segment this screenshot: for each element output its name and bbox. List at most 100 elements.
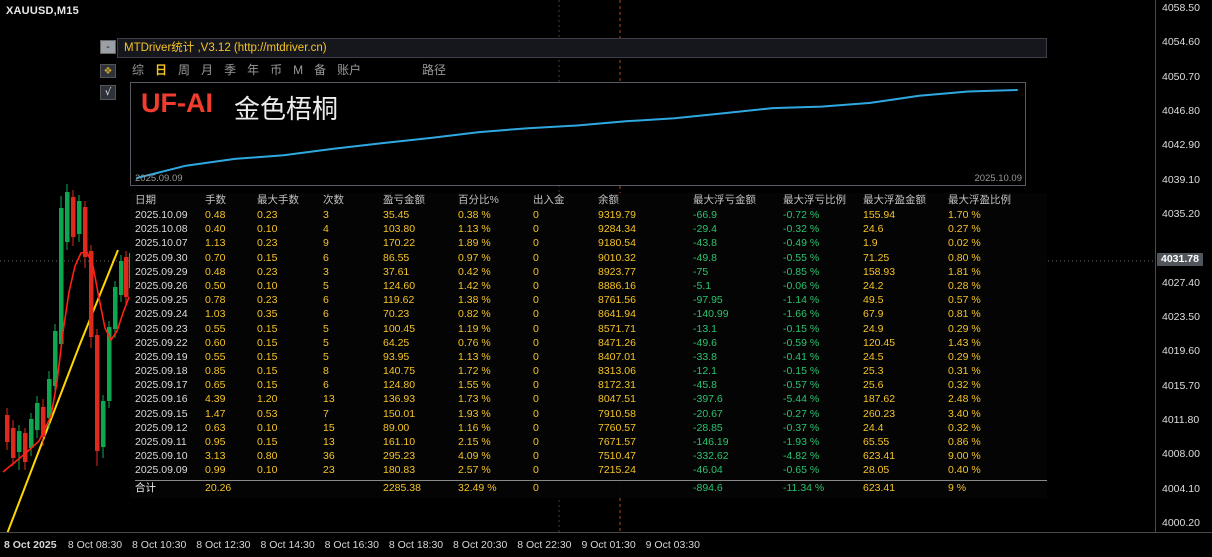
- tab-周[interactable]: 周: [178, 62, 190, 78]
- equity-chart: UF-AI 金色梧桐 2025.09.09 2025.10.09: [130, 82, 1026, 186]
- panel-titlebar[interactable]: MTDriver统计 ,V3.12 (http://mtdriver.cn): [117, 38, 1047, 58]
- confirm-check-button[interactable]: √: [100, 85, 116, 100]
- candle-body: [35, 403, 40, 430]
- table-cell: 24.4: [863, 421, 884, 434]
- table-cell: -43.8: [693, 237, 717, 250]
- table-cell: 65.55: [863, 436, 890, 448]
- price-tick-label: 4000.20: [1162, 516, 1200, 529]
- table-cell: 0.50: [205, 279, 226, 292]
- table-row: 2025.10.08 0.40 0.10 4 103.80 1.13 % 0 9284.34 -…: [135, 222, 1047, 236]
- table-cell: -0.41 %: [783, 350, 820, 363]
- table-cell: 8313.06: [598, 365, 636, 378]
- move-panel-icon-button[interactable]: ❖: [100, 64, 116, 78]
- table-cell: 1.89 %: [458, 237, 491, 250]
- table-cell: 6: [323, 251, 329, 264]
- table-cell: 24.5: [863, 350, 884, 363]
- table-cell: 合计: [135, 481, 156, 494]
- table-cell: 5: [323, 279, 329, 292]
- table-cell: 6: [323, 308, 329, 321]
- tab-日[interactable]: 日: [155, 62, 167, 78]
- table-cell: 0.02 %: [948, 237, 981, 250]
- table-cell: 1.70 %: [948, 209, 981, 221]
- price-tick-label: 4027.40: [1162, 276, 1200, 289]
- table-cell: 8172.31: [598, 379, 636, 392]
- tab-M[interactable]: M: [293, 62, 303, 78]
- table-cell: 36: [323, 450, 335, 463]
- table-cell: 4.09 %: [458, 450, 491, 463]
- path-button[interactable]: 路径: [422, 62, 446, 78]
- table-cell: 1.81 %: [948, 265, 981, 278]
- price-tick-label: 4015.70: [1162, 379, 1200, 392]
- table-cell: 23: [323, 464, 335, 477]
- table-cell: -0.27 %: [783, 407, 820, 420]
- time-axis[interactable]: 8 Oct 2025 8 Oct 08:30 8 Oct 10:30 8 Oct 12…: [0, 533, 1212, 557]
- table-cell: 8641.94: [598, 308, 636, 321]
- table-cell: 8886.16: [598, 279, 636, 292]
- tab-备[interactable]: 备: [314, 62, 326, 78]
- table-cell: -0.65 %: [783, 464, 820, 477]
- stats-panel: - ❖ √ MTDriver统计 ,V3.12 (http://mtdriver…: [100, 38, 1047, 499]
- table-cell: 13: [323, 436, 335, 448]
- table-cell: 25.6: [863, 379, 884, 392]
- table-cell: 8047.51: [598, 393, 636, 406]
- minimize-button[interactable]: -: [100, 40, 116, 54]
- tab-年[interactable]: 年: [247, 62, 259, 78]
- table-cell: -0.85 %: [783, 265, 820, 278]
- table-cell: 9319.79: [598, 209, 636, 221]
- price-tick-label: 4023.50: [1162, 310, 1200, 323]
- table-cell: 0.29 %: [948, 350, 981, 363]
- table-cell: 49.5: [863, 294, 884, 307]
- table-cell: 24.9: [863, 322, 884, 335]
- table-cell: 5: [323, 350, 329, 363]
- trading-terminal-window: XAUUSD,M15 4058.50 4054.60 4050.70 4046.80 4…: [0, 0, 1212, 557]
- table-cell: 8571.71: [598, 322, 636, 335]
- table-cell: 0: [533, 209, 539, 221]
- table-cell: -0.59 %: [783, 336, 820, 349]
- price-tick-label: 4008.00: [1162, 448, 1200, 461]
- table-cell: -45.8: [693, 379, 717, 392]
- table-cell: 0: [533, 308, 539, 321]
- table-cell: 2025.09.24: [135, 308, 188, 321]
- tab-月[interactable]: 月: [201, 62, 213, 78]
- price-tick-label: 4046.80: [1162, 104, 1200, 117]
- time-tick-label: 8 Oct 12:30: [196, 539, 251, 551]
- table-cell: 8761.56: [598, 294, 636, 307]
- tab-账户[interactable]: 账户: [337, 62, 361, 78]
- table-row: 2025.10.07 1.13 0.23 9 170.22 1.89 % 0 9180.54 -…: [135, 236, 1047, 250]
- table-cell: 0.23: [257, 265, 278, 278]
- table-cell: 0.15: [257, 322, 278, 335]
- table-row: 2025.09.19 0.55 0.15 5 93.95 1.13 % 0 8407.01 -3…: [135, 350, 1047, 364]
- price-axis[interactable]: 4058.50 4054.60 4050.70 4046.80 4042.90 4039.…: [1156, 0, 1212, 532]
- table-cell: 0.15: [257, 379, 278, 392]
- table-row: 2025.09.09 0.99 0.10 23 180.83 2.57 % 0 7215.24…: [135, 463, 1047, 477]
- candle-body: [65, 192, 70, 242]
- table-cell: 67.9: [863, 308, 884, 321]
- table-cell: 0.15: [257, 350, 278, 363]
- table-row: 2025.09.12 0.63 0.10 15 89.00 1.16 % 0 7760.57 -…: [135, 421, 1047, 435]
- tab-币[interactable]: 币: [270, 62, 282, 78]
- panel-title: MTDriver统计 ,V3.12 (http://mtdriver.cn): [124, 42, 327, 54]
- table-cell: 0.23: [257, 294, 278, 307]
- table-cell: 4.39: [205, 393, 226, 406]
- price-tick-label: 4004.10: [1162, 482, 1200, 495]
- table-cell: 0.10: [257, 279, 278, 292]
- table-cell: -146.19: [693, 436, 729, 448]
- table-cell: 2025.09.22: [135, 336, 188, 349]
- table-cell: 9 %: [948, 481, 967, 494]
- table-cell: 0.29 %: [948, 322, 981, 335]
- table-cell: 0: [533, 393, 539, 406]
- table-cell: 2025.09.19: [135, 350, 188, 363]
- table-cell: 0.15: [257, 365, 278, 378]
- column-header: 次数: [323, 194, 344, 206]
- table-cell: 623.41: [863, 450, 896, 463]
- table-cell: -5.44 %: [783, 393, 820, 406]
- tab-综[interactable]: 综: [132, 62, 144, 78]
- table-cell: 0: [533, 436, 539, 448]
- table-cell: 0: [533, 407, 539, 420]
- table-cell: 0.97 %: [458, 251, 491, 264]
- tab-季[interactable]: 季: [224, 62, 236, 78]
- table-cell: 0: [533, 223, 539, 236]
- table-cell: 2025.09.29: [135, 265, 188, 278]
- price-tick-label: 4035.20: [1162, 207, 1200, 220]
- table-cell: -11.34 %: [783, 481, 825, 494]
